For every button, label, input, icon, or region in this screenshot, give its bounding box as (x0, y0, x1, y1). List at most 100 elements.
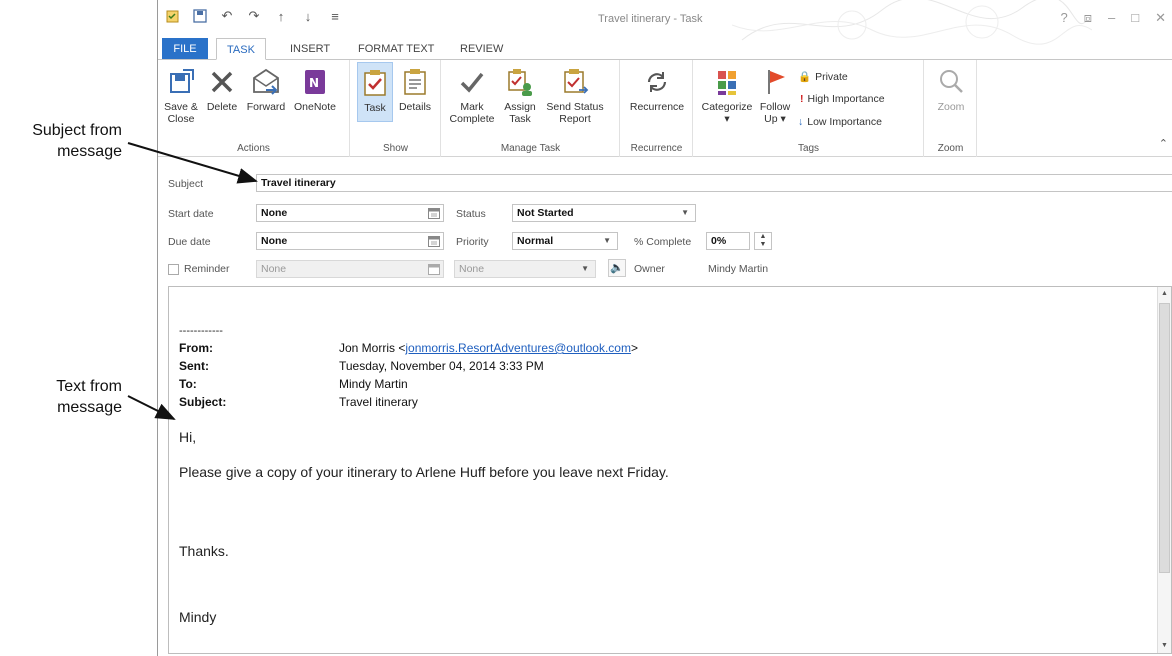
ribbon: Save & Close Delete Forward N OneNote Ac… (158, 59, 1172, 157)
status-value: Not Started (517, 207, 574, 219)
undo-icon[interactable]: ↶ (220, 8, 234, 23)
follow-up-button[interactable]: Follow Up ▾ (758, 62, 792, 125)
tab-review[interactable]: REVIEW (450, 38, 513, 60)
recurrence-button[interactable]: Recurrence (625, 62, 689, 113)
from-value: Jon Morris <jonmorris.ResortAdventures@o… (339, 341, 638, 355)
reminder-time-field: None ▼ (454, 260, 596, 278)
status-label: Status (456, 208, 486, 220)
customize-qat-icon[interactable]: ≡ (328, 9, 342, 24)
body-scrollbar[interactable]: ▲ ▼ (1157, 287, 1171, 653)
scroll-down-icon[interactable]: ▼ (1158, 639, 1171, 653)
due-date-field[interactable]: None (256, 232, 444, 250)
group-manage-task-label: Manage Task (500, 143, 561, 154)
save-close-label-1: Save & (164, 101, 198, 113)
low-importance-label: Low Importance (807, 116, 882, 128)
onenote-button[interactable]: N OneNote (290, 62, 340, 113)
delete-button[interactable]: Delete (204, 62, 240, 113)
subject-label: Subject (168, 178, 204, 190)
calendar-icon[interactable] (428, 235, 440, 247)
message-signature: Mindy (179, 609, 217, 625)
task-window: ↶ ↷ ↑ ↓ ≡ Travel itinerary - Task ? ⧈ – … (157, 0, 1172, 656)
onenote-label: OneNote (293, 101, 337, 113)
forward-button[interactable]: Forward (244, 62, 288, 113)
percent-complete-input[interactable]: 0% (706, 232, 750, 250)
message-subject-label: Subject: (179, 395, 227, 409)
subject-input[interactable]: Travel itinerary (256, 174, 1172, 192)
group-recurrence-label: Recurrence (630, 143, 683, 154)
message-body: Please give a copy of your itinerary to … (179, 464, 669, 480)
send-status-report-button[interactable]: Send Status Report (542, 62, 608, 125)
message-separator: ------------ (179, 325, 223, 337)
chevron-down-icon: ▼ (681, 208, 689, 217)
group-zoom-label: Zoom (937, 143, 964, 154)
owner-label: Owner (634, 263, 665, 275)
categorize-button[interactable]: Categorize ▾ (700, 62, 754, 125)
collapse-ribbon-icon[interactable]: ⌃ (1159, 137, 1168, 150)
checkmark-icon (460, 72, 484, 93)
private-button[interactable]: 🔒 Private (798, 70, 848, 84)
mark-complete-button[interactable]: Mark Complete (448, 62, 496, 125)
from-close: > (630, 341, 638, 355)
priority-select[interactable]: Normal ▼ (512, 232, 618, 250)
calendar-icon[interactable] (428, 207, 440, 219)
chevron-down-icon: ▼ (603, 236, 611, 245)
onenote-icon: N (305, 70, 325, 94)
details-button[interactable]: Details (395, 62, 435, 113)
svg-text:N: N (309, 76, 319, 90)
mark-complete-label-2: Complete (449, 113, 495, 125)
minimize-button[interactable]: – (1108, 10, 1115, 26)
assign-task-button[interactable]: Assign Task (500, 62, 540, 125)
low-importance-button[interactable]: ↓ Low Importance (798, 116, 882, 128)
reminder-checkbox[interactable] (168, 264, 179, 275)
tab-file[interactable]: FILE (162, 38, 208, 60)
save-close-label-2: Close (167, 113, 195, 125)
reminder-label: Reminder (184, 263, 230, 275)
high-importance-icon: ! (800, 93, 804, 105)
tab-task[interactable]: TASK (216, 38, 266, 60)
task-view-button[interactable]: Task (357, 62, 393, 122)
zoom-button[interactable]: Zoom (933, 62, 969, 113)
lock-icon: 🔒 (798, 71, 812, 83)
save-close-button[interactable]: Save & Close (162, 62, 200, 125)
assign-task-label-2: Task (509, 113, 531, 125)
save-icon[interactable] (193, 9, 207, 23)
percent-stepper[interactable]: ▲ ▼ (754, 232, 772, 250)
send-status-label-2: Report (559, 113, 591, 125)
start-date-field[interactable]: None (256, 204, 444, 222)
priority-value: Normal (517, 235, 554, 247)
scroll-up-icon[interactable]: ▲ (1158, 287, 1171, 301)
callout-line: message (57, 143, 122, 160)
down-arrow-icon[interactable]: ↓ (301, 9, 315, 24)
follow-up-label-1: Follow (759, 101, 791, 113)
message-greeting: Hi, (179, 429, 197, 445)
priority-label: Priority (456, 236, 489, 248)
to-label: To: (179, 377, 197, 391)
follow-up-dropdown-icon: ▾ (777, 113, 786, 125)
help-button[interactable]: ? (1060, 10, 1067, 26)
sound-icon[interactable]: 🔈 (608, 259, 626, 277)
group-actions-label: Actions (237, 143, 270, 154)
high-importance-button[interactable]: ! High Importance (800, 93, 885, 105)
save-close-icon (170, 69, 194, 93)
maximize-button[interactable]: □ (1131, 10, 1139, 26)
task-body-editor[interactable]: ------------ From: Jon Morris <jonmorris… (168, 286, 1172, 654)
categorize-icon (718, 71, 736, 95)
group-recurrence: Recurrence Recurrence (621, 60, 693, 157)
up-arrow-icon[interactable]: ↑ (274, 9, 288, 24)
tab-format-text[interactable]: FORMAT TEXT (348, 38, 444, 60)
callout-line: Text from (56, 378, 122, 395)
task-form: Subject Travel itinerary Start date None… (158, 158, 1172, 282)
follow-up-label-2: Up (764, 113, 778, 125)
low-importance-icon: ↓ (798, 116, 804, 128)
window-controls: ? ⧈ – □ ✕ (1060, 10, 1166, 26)
reminder-date-value: None (261, 263, 287, 275)
tab-insert[interactable]: INSERT (280, 38, 340, 60)
from-email-link[interactable]: jonmorris.ResortAdventures@outlook.com (405, 341, 631, 355)
close-button[interactable]: ✕ (1155, 10, 1166, 26)
redo-icon[interactable]: ↷ (247, 8, 261, 23)
ribbon-display-button[interactable]: ⧈ (1084, 10, 1092, 26)
scroll-thumb[interactable] (1159, 303, 1170, 573)
start-date-label: Start date (168, 208, 214, 220)
status-select[interactable]: Not Started ▼ (512, 204, 696, 222)
callout-line: Subject from (32, 122, 122, 139)
